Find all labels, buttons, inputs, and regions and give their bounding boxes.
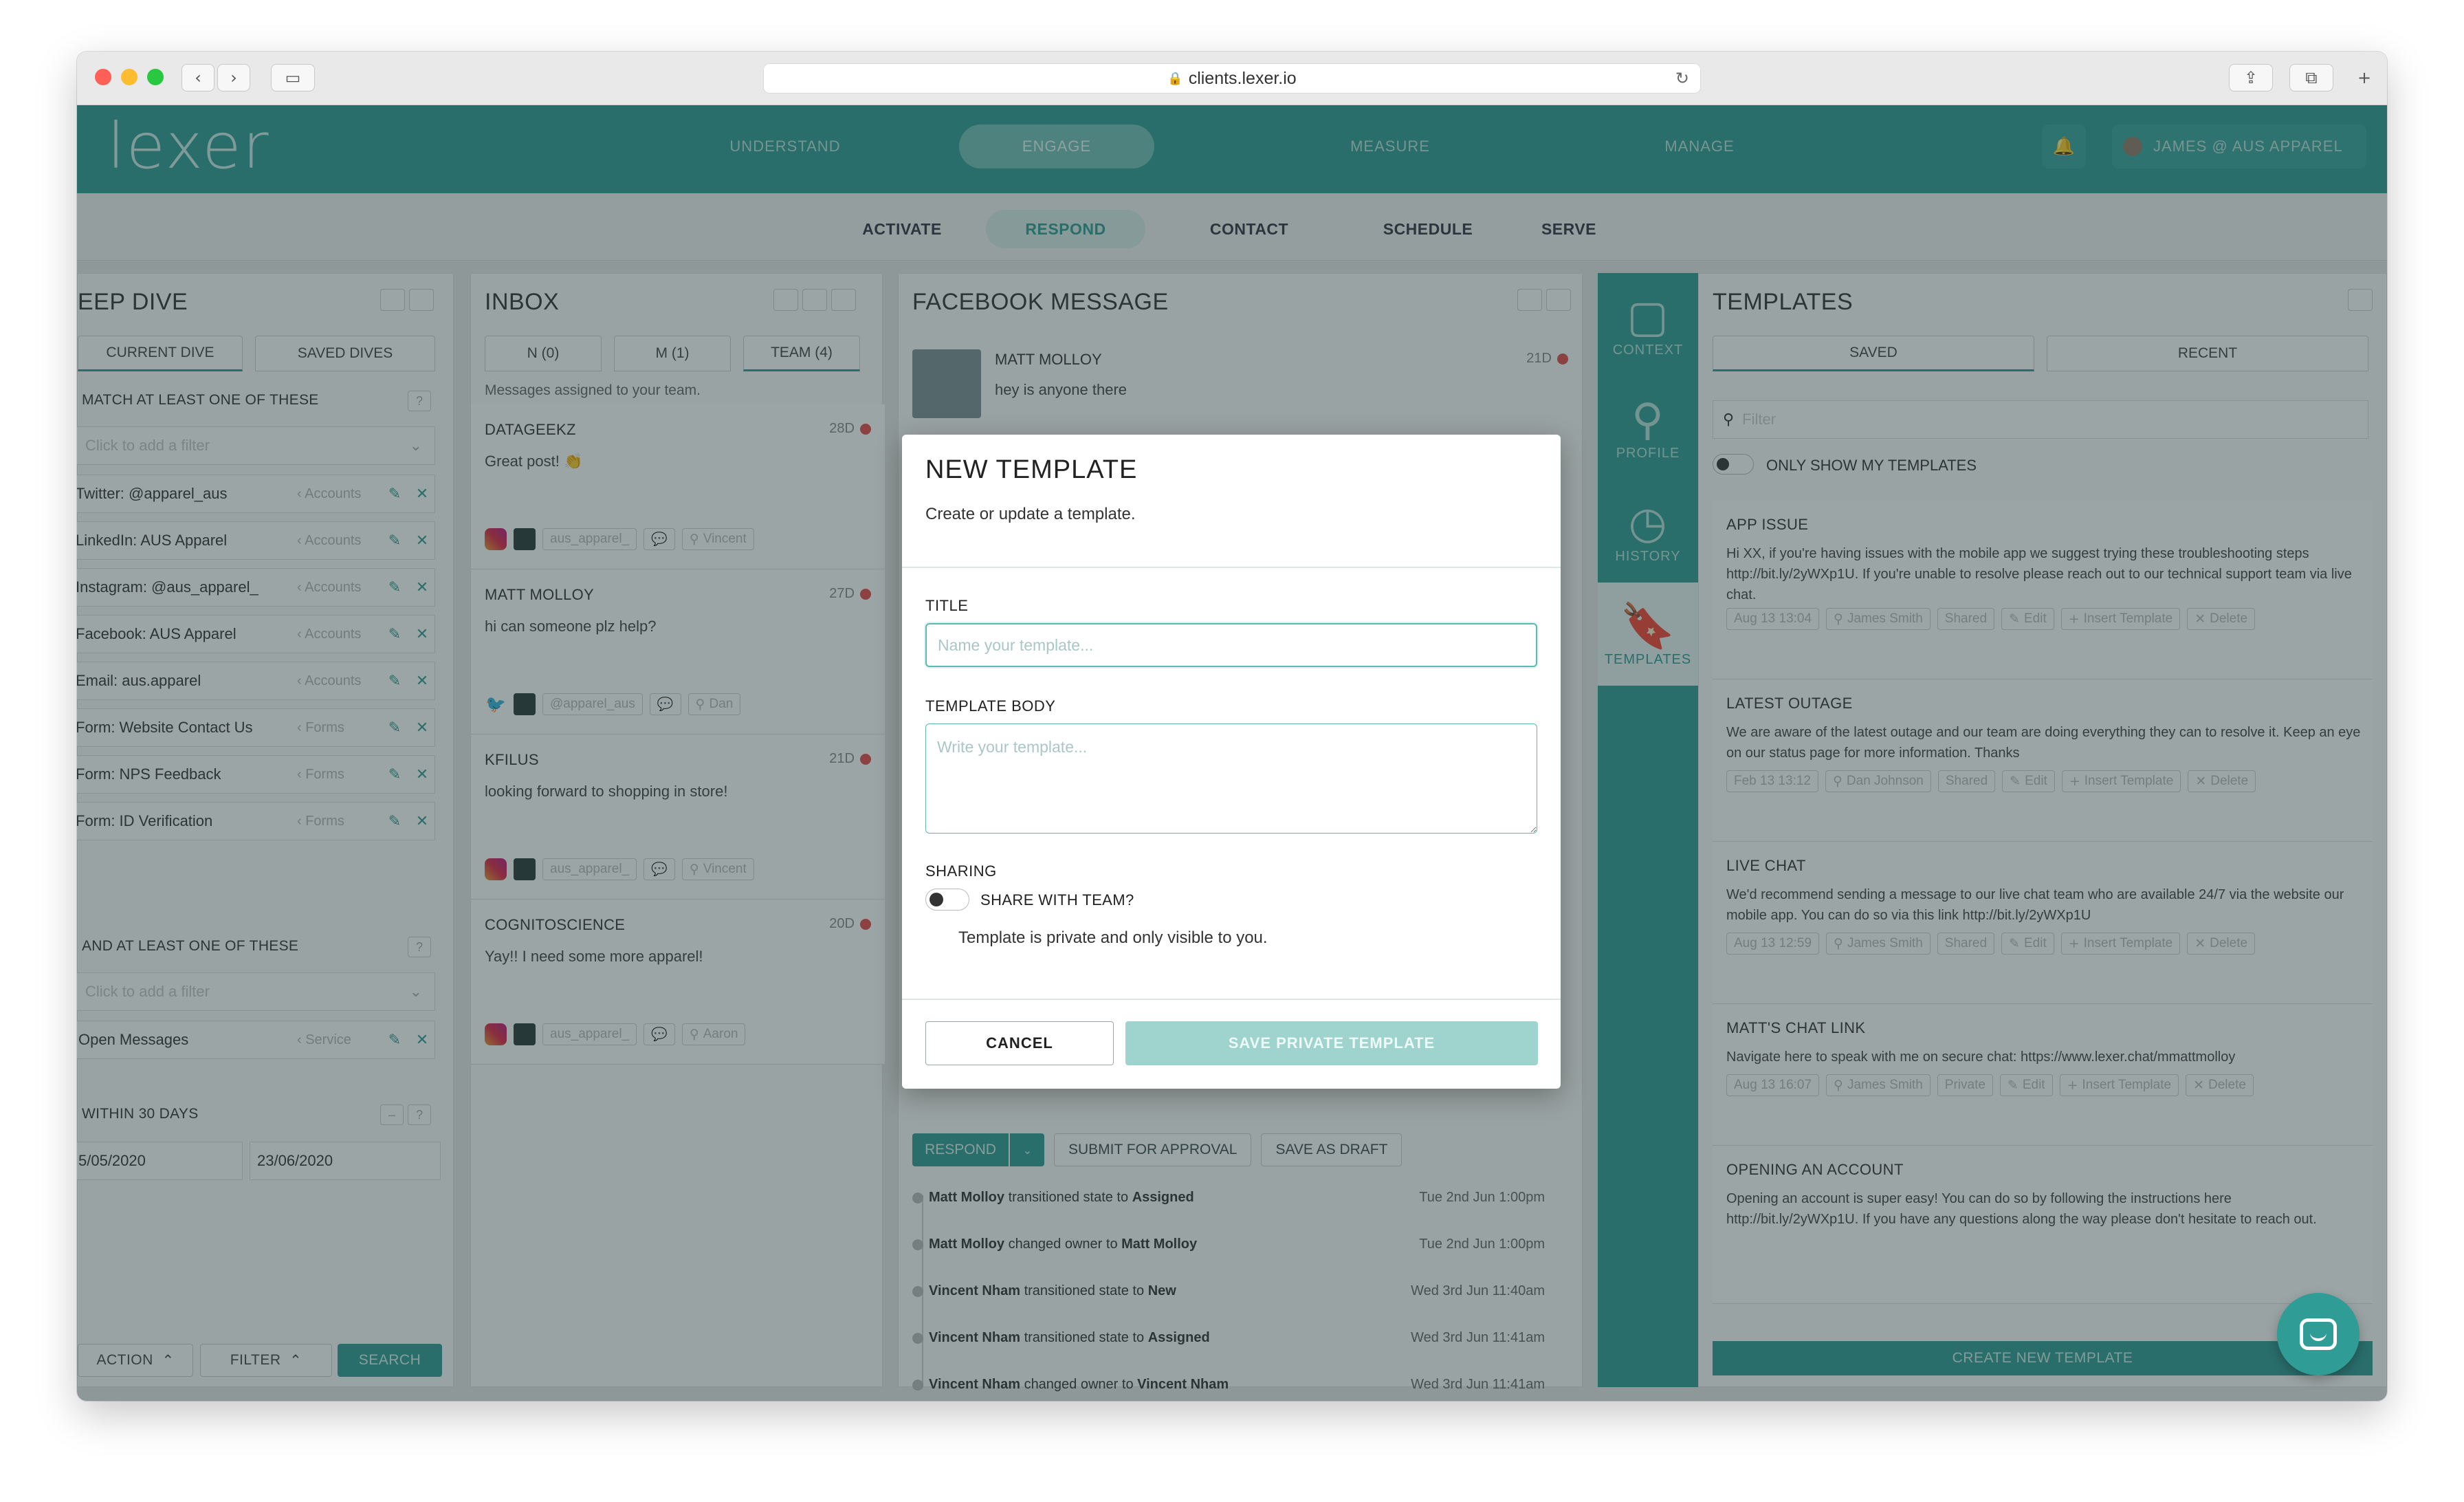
chevron-right-icon: › <box>230 68 237 87</box>
lock-icon: 🔒 <box>1167 71 1183 86</box>
browser-toolbar: ‹ › ▭ 🔒 clients.lexer.io ↻ ⇪ ⧉ + <box>77 52 2387 105</box>
reload-icon[interactable]: ↻ <box>1675 69 1689 88</box>
divider <box>902 567 1561 568</box>
modal-subtitle: Create or update a template. <box>925 505 1136 523</box>
close-window-button[interactable] <box>95 69 111 85</box>
divider <box>902 999 1561 1000</box>
share-icon: ⇪ <box>2243 68 2258 87</box>
new-tab-button[interactable]: + <box>2346 64 2383 91</box>
forward-button[interactable]: › <box>217 64 250 91</box>
chat-bubble-icon <box>2300 1318 2337 1350</box>
sidebar-icon: ▭ <box>285 68 301 87</box>
cancel-button[interactable]: CANCEL <box>925 1021 1114 1065</box>
sharing-label: SHARING <box>925 862 997 880</box>
save-private-template-button[interactable]: SAVE PRIVATE TEMPLATE <box>1125 1021 1538 1065</box>
modal-title: NEW TEMPLATE <box>925 455 1138 484</box>
toggle-knob <box>930 893 943 906</box>
plus-icon: + <box>2357 68 2372 87</box>
live-chat-launcher[interactable] <box>2277 1293 2360 1375</box>
template-title-input[interactable] <box>925 623 1537 667</box>
browser-window: ‹ › ▭ 🔒 clients.lexer.io ↻ ⇪ ⧉ + lexer U… <box>77 52 2387 1401</box>
new-template-modal: NEW TEMPLATE Create or update a template… <box>902 435 1561 1089</box>
template-body-label: TEMPLATE BODY <box>925 697 1056 715</box>
chevron-left-icon: ‹ <box>195 68 201 87</box>
share-button[interactable]: ⇪ <box>2229 64 2273 91</box>
back-button[interactable]: ‹ <box>182 64 214 91</box>
url-text: clients.lexer.io <box>1188 68 1297 88</box>
template-body-textarea[interactable] <box>925 723 1537 834</box>
privacy-note: Template is private and only visible to … <box>958 928 1268 947</box>
share-with-team-label: SHARE WITH TEAM? <box>980 891 1134 908</box>
sidebar-toggle-button[interactable]: ▭ <box>271 64 315 91</box>
title-label: TITLE <box>925 597 969 614</box>
share-with-team-toggle[interactable] <box>925 889 969 911</box>
zoom-window-button[interactable] <box>147 69 164 85</box>
tabs-icon: ⧉ <box>2305 68 2318 87</box>
tabs-overview-button[interactable]: ⧉ <box>2289 64 2333 91</box>
minimize-window-button[interactable] <box>121 69 138 85</box>
address-bar[interactable]: 🔒 clients.lexer.io ↻ <box>763 63 1701 94</box>
